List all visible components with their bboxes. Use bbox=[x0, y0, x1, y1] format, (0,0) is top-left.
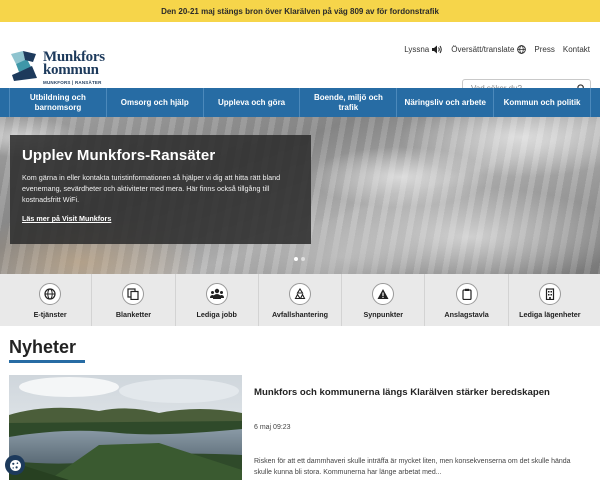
quicklink-label: E-tjänster bbox=[33, 310, 67, 319]
nav-item-business[interactable]: Näringsliv och arbete bbox=[397, 88, 495, 117]
globe-icon bbox=[44, 288, 56, 300]
documents-icon bbox=[127, 288, 140, 300]
quicklink-label: Synpunkter bbox=[363, 310, 404, 319]
contact-link[interactable]: Kontakt bbox=[563, 45, 590, 54]
building-icon bbox=[545, 288, 554, 300]
carousel-dot-1[interactable] bbox=[294, 257, 298, 261]
quicklink-feedback[interactable]: Synpunkter bbox=[342, 274, 426, 326]
quicklink-label: Blanketter bbox=[115, 310, 151, 319]
hero-link[interactable]: Läs mer på Visit Munkfors bbox=[22, 214, 111, 223]
quicklink-label: Lediga lägenheter bbox=[519, 310, 581, 319]
carousel-dots bbox=[294, 257, 305, 261]
site-header: Munkfors kommun MUNKFORS | RANSÄTER Lyss… bbox=[0, 22, 600, 98]
translate-label: Översätt/translate bbox=[451, 45, 515, 54]
news-image[interactable] bbox=[9, 375, 242, 480]
recycle-icon bbox=[294, 288, 306, 300]
news-item-date: 6 maj 09:23 bbox=[254, 424, 291, 431]
cookie-settings-button[interactable] bbox=[5, 455, 25, 475]
press-link[interactable]: Press bbox=[534, 45, 554, 54]
quicklink-waste[interactable]: Avfallshantering bbox=[259, 274, 343, 326]
nav-item-education[interactable]: Utbildning och barnomsorg bbox=[9, 88, 107, 117]
news-heading-underline bbox=[9, 360, 85, 363]
quicklink-label: Avfallshantering bbox=[271, 310, 328, 319]
hero-carousel[interactable]: Upplev Munkfors-Ransäter Kom gärna in el… bbox=[0, 117, 600, 274]
quicklink-e-services[interactable]: E-tjänster bbox=[9, 274, 93, 326]
hero-title: Upplev Munkfors-Ransäter bbox=[22, 147, 216, 164]
logo-name-line2: kommun bbox=[43, 62, 99, 78]
river-photo-icon bbox=[9, 375, 242, 480]
nav-item-housing[interactable]: Boende, miljö och trafik bbox=[300, 88, 398, 117]
quicklink-label: Lediga jobb bbox=[196, 310, 237, 319]
news-item-title[interactable]: Munkfors och kommunerna längs Klarälven … bbox=[254, 387, 550, 398]
clipboard-icon bbox=[461, 288, 472, 300]
site-logo[interactable]: Munkfors kommun MUNKFORS | RANSÄTER bbox=[9, 50, 109, 86]
listen-label: Lyssna bbox=[404, 45, 430, 54]
nav-item-care[interactable]: Omsorg och hjälp bbox=[107, 88, 204, 117]
translate-link[interactable]: Översätt/translate bbox=[451, 45, 527, 54]
quick-links: E-tjänster Blanketter Lediga jobb Avfall… bbox=[0, 274, 600, 326]
main-nav: Utbildning och barnomsorg Omsorg och hjä… bbox=[0, 88, 600, 117]
warning-icon bbox=[377, 289, 389, 299]
logo-subtitle: MUNKFORS | RANSÄTER bbox=[43, 80, 102, 85]
speaker-icon bbox=[432, 45, 443, 54]
globe-icon bbox=[517, 45, 527, 54]
people-icon bbox=[209, 288, 224, 299]
listen-link[interactable]: Lyssna bbox=[404, 45, 443, 54]
quicklink-label: Anslagstavla bbox=[444, 310, 489, 319]
alert-text[interactable]: Den 20-21 maj stängs bron över Klarälven… bbox=[161, 7, 439, 16]
quicklink-forms[interactable]: Blanketter bbox=[92, 274, 176, 326]
top-links: Lyssna Översätt/translate Press Kontakt bbox=[404, 45, 590, 54]
logo-mark-icon bbox=[11, 51, 37, 81]
news-item-text: Risken för att ett dammhaveri skulle int… bbox=[254, 458, 571, 476]
alert-banner[interactable]: Den 20-21 maj stängs bron över Klarälven… bbox=[0, 0, 600, 22]
news-heading: Nyheter bbox=[9, 337, 77, 357]
quicklink-apartments[interactable]: Lediga lägenheter bbox=[509, 274, 591, 326]
quicklink-jobs[interactable]: Lediga jobb bbox=[176, 274, 259, 326]
cookie-icon bbox=[9, 459, 21, 471]
quicklink-noticeboard[interactable]: Anslagstavla bbox=[425, 274, 509, 326]
nav-item-experience[interactable]: Uppleva och göra bbox=[204, 88, 301, 117]
hero-card: Upplev Munkfors-Ransäter Kom gärna in el… bbox=[10, 135, 311, 244]
nav-item-municipality[interactable]: Kommun och politik bbox=[494, 88, 591, 117]
carousel-dot-2[interactable] bbox=[301, 257, 305, 261]
hero-text: Kom gärna in eller kontakta turistinform… bbox=[22, 173, 281, 204]
